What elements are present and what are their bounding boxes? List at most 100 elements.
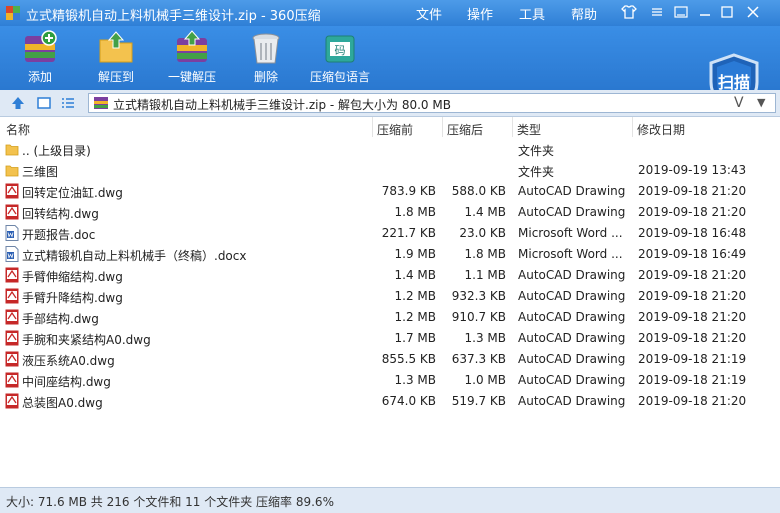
file-name: 三维图 — [22, 165, 59, 179]
file-size: 1.2 MB — [394, 310, 436, 324]
file-row[interactable]: .. (上级目录) 文件夹 — [0, 139, 780, 160]
menu-file[interactable]: 文件 — [416, 4, 442, 23]
delete-button[interactable]: 删除 — [234, 28, 298, 88]
file-date: 2019-09-19 13:43 — [638, 163, 747, 177]
archive-language-button[interactable]: 码 压缩包语言 — [308, 28, 372, 88]
address-field[interactable]: 立式精锻机自动上料机械手三维设计.zip - 解包大小为 80.0 MB V ▼ — [88, 93, 776, 113]
file-name: 液压系统A0.dwg — [22, 354, 115, 368]
file-row[interactable]: 手腕和夹紧结构A0.dwg 1.7 MB 1.3 MB AutoCAD Drawing… — [0, 328, 780, 349]
file-size: 221.7 KB — [381, 226, 436, 240]
file-name: 手臂升降结构.dwg — [22, 291, 123, 305]
file-packed-size: 1.8 MB — [464, 247, 506, 261]
one-click-extract-button[interactable]: 一键解压 — [160, 28, 224, 88]
file-row[interactable]: 总装图A0.dwg 674.0 KB 519.7 KB AutoCAD Drawing… — [0, 391, 780, 412]
file-type: Microsoft Word ... — [518, 247, 623, 261]
window-title: 立式精锻机自动上料机械手三维设计.zip - 360压缩 — [26, 9, 321, 24]
column-compressed-before[interactable]: 压缩前 — [377, 121, 413, 138]
status-bar: 大小: 71.6 MB 共 216 个文件和 11 个文件夹 压缩率 89.6% — [0, 487, 780, 513]
delete-label: 删除 — [253, 70, 278, 84]
file-row[interactable]: 中间座结构.dwg 1.3 MB 1.0 MB AutoCAD Drawing 2019… — [0, 370, 780, 391]
file-type: 文件夹 — [518, 144, 555, 158]
column-modified[interactable]: 修改日期 — [637, 121, 685, 138]
list-view-icon[interactable] — [60, 95, 76, 111]
file-row[interactable]: 三维图 文件夹 2019-09-19 13:43 — [0, 160, 780, 181]
word-doc-icon — [5, 225, 19, 241]
file-name: .. (上级目录) — [22, 144, 91, 158]
extract-to-label: 解压到 — [97, 70, 134, 84]
file-date: 2019-09-18 21:20 — [638, 394, 747, 408]
file-row[interactable]: 液压系统A0.dwg 855.5 KB 637.3 KB AutoCAD Drawin… — [0, 349, 780, 370]
add-label: 添加 — [27, 70, 52, 84]
file-name: 立式精锻机自动上料机械手（终稿）.docx — [22, 249, 247, 263]
toolbar: 添加 解压到 一键解压 删除 码 压缩包语言 扫描 — [0, 26, 780, 114]
maximize-icon[interactable] — [718, 4, 736, 20]
column-name[interactable]: 名称 — [6, 121, 30, 138]
add-archive-icon — [25, 30, 57, 62]
word-doc-icon — [5, 246, 19, 262]
file-packed-size: 588.0 KB — [451, 184, 506, 198]
file-packed-size: 1.1 MB — [464, 268, 506, 282]
file-packed-size: 23.0 KB — [459, 226, 506, 240]
file-date: 2019-09-18 16:49 — [638, 247, 747, 261]
title-bar: 立式精锻机自动上料机械手三维设计.zip - 360压缩 文件 操作 工具 帮助 — [0, 0, 780, 26]
menu-lines-icon[interactable] — [648, 4, 666, 20]
file-row[interactable]: 开题报告.doc 221.7 KB 23.0 KB Microsoft Word ..… — [0, 223, 780, 244]
address-v-toggle[interactable]: V — [734, 95, 744, 111]
file-row[interactable]: 回转定位油缸.dwg 783.9 KB 588.0 KB AutoCAD Drawin… — [0, 181, 780, 202]
file-size: 1.4 MB — [394, 268, 436, 282]
file-packed-size: 1.4 MB — [464, 205, 506, 219]
file-size: 855.5 KB — [381, 352, 436, 366]
file-name: 中间座结构.dwg — [22, 375, 111, 389]
dwg-file-icon — [5, 372, 19, 388]
file-type: AutoCAD Drawing — [518, 310, 626, 324]
column-header: 名称 压缩前 压缩后 类型 修改日期 — [0, 117, 780, 137]
app-logo-icon — [6, 6, 20, 20]
column-compressed-after[interactable]: 压缩后 — [447, 121, 483, 138]
file-date: 2019-09-18 21:20 — [638, 289, 747, 303]
file-type: AutoCAD Drawing — [518, 205, 626, 219]
add-button[interactable]: 添加 — [8, 28, 72, 88]
dwg-file-icon — [5, 309, 19, 325]
file-name: 总装图A0.dwg — [22, 396, 103, 410]
close-icon[interactable] — [744, 4, 762, 20]
chevron-down-icon[interactable]: ▼ — [757, 96, 765, 109]
file-type: AutoCAD Drawing — [518, 268, 626, 282]
menu-operation[interactable]: 操作 — [467, 4, 493, 23]
file-size: 783.9 KB — [381, 184, 436, 198]
status-text: 大小: 71.6 MB 共 216 个文件和 11 个文件夹 压缩率 89.6% — [6, 495, 334, 509]
folder-icon — [5, 165, 19, 177]
thumbnail-view-icon[interactable] — [36, 95, 52, 111]
menu-help[interactable]: 帮助 — [571, 4, 597, 23]
file-row[interactable]: 回转结构.dwg 1.8 MB 1.4 MB AutoCAD Drawing 2019-… — [0, 202, 780, 223]
file-date: 2019-09-18 21:20 — [638, 310, 747, 324]
folder-icon — [5, 144, 19, 156]
file-row[interactable]: 手臂升降结构.dwg 1.2 MB 932.3 KB AutoCAD Drawing 2… — [0, 286, 780, 307]
file-name: 手腕和夹紧结构A0.dwg — [22, 333, 151, 347]
one-click-extract-label: 一键解压 — [167, 70, 216, 84]
file-row[interactable]: 手臂伸缩结构.dwg 1.4 MB 1.1 MB AutoCAD Drawing 201… — [0, 265, 780, 286]
file-type: AutoCAD Drawing — [518, 394, 626, 408]
file-date: 2019-09-18 21:20 — [638, 205, 747, 219]
file-name: 手部结构.dwg — [22, 312, 99, 326]
file-size: 1.7 MB — [394, 331, 436, 345]
file-type: AutoCAD Drawing — [518, 289, 626, 303]
mini-mode-icon[interactable] — [672, 4, 690, 20]
minimize-icon[interactable] — [696, 4, 714, 20]
extract-to-button[interactable]: 解压到 — [84, 28, 148, 88]
file-packed-size: 910.7 KB — [451, 310, 506, 324]
file-date: 2019-09-18 16:48 — [638, 226, 747, 240]
file-name: 手臂伸缩结构.dwg — [22, 270, 123, 284]
column-type[interactable]: 类型 — [517, 121, 541, 138]
up-arrow-icon[interactable] — [10, 95, 26, 111]
file-name: 回转结构.dwg — [22, 207, 99, 221]
file-type: Microsoft Word ... — [518, 226, 623, 240]
extract-to-icon — [99, 31, 133, 63]
skin-shirt-icon[interactable] — [620, 4, 638, 20]
file-row[interactable]: 立式精锻机自动上料机械手（终稿）.docx 1.9 MB 1.8 MB Microso… — [0, 244, 780, 265]
file-type: AutoCAD Drawing — [518, 184, 626, 198]
file-size: 674.0 KB — [381, 394, 436, 408]
dwg-file-icon — [5, 267, 19, 283]
menu-tools[interactable]: 工具 — [519, 4, 545, 23]
file-row[interactable]: 手部结构.dwg 1.2 MB 910.7 KB AutoCAD Drawing 201… — [0, 307, 780, 328]
file-type: 文件夹 — [518, 165, 555, 179]
